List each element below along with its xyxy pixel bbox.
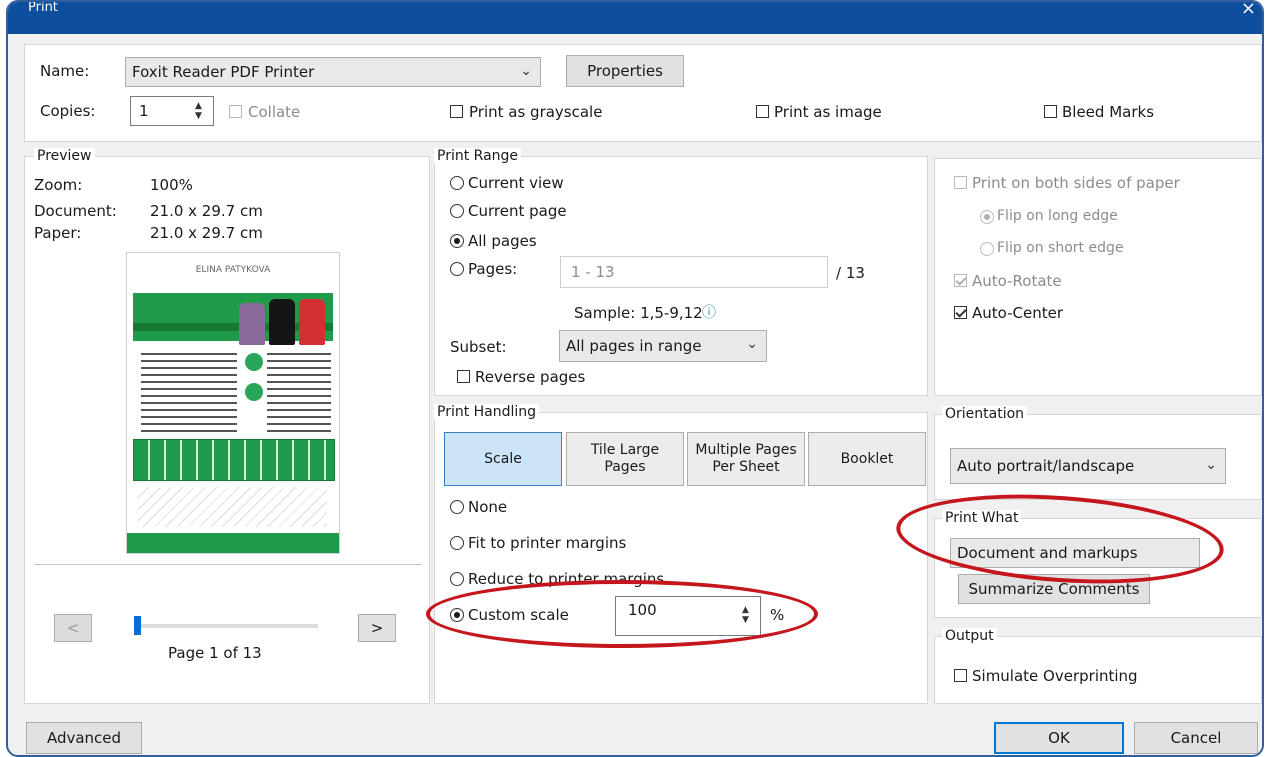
collate-label: Collate: [248, 103, 301, 121]
name-label: Name:: [40, 62, 90, 80]
copies-stepper[interactable]: 1 ▲ ▼: [130, 96, 214, 126]
printer-select[interactable]: Foxit Reader PDF Printer ⌄: [125, 57, 541, 87]
print-as-image-label: Print as image: [774, 103, 882, 121]
orientation-select[interactable]: Auto portrait/landscape ⌄: [950, 448, 1226, 484]
all-pages-label: All pages: [468, 232, 537, 250]
thumbnail-figure-dress: [239, 303, 265, 345]
close-icon[interactable]: ×: [1241, 2, 1256, 19]
tab-scale[interactable]: Scale: [444, 432, 562, 486]
zoom-label: Zoom:: [34, 176, 83, 194]
paper-label: Paper:: [34, 224, 82, 242]
subset-select-value: All pages in range: [566, 337, 702, 355]
page-indicator: Page 1 of 13: [168, 644, 262, 662]
all-pages-radio[interactable]: [450, 234, 464, 248]
cancel-button[interactable]: Cancel: [1134, 722, 1258, 754]
previous-page-button[interactable]: <: [54, 614, 92, 642]
pages-sample-hint: Sample: 1,5-9,12: [574, 304, 703, 322]
print-as-image-checkbox[interactable]: [756, 105, 769, 118]
current-page-radio[interactable]: [450, 204, 464, 218]
annotation-oval-custom-scale: [426, 580, 818, 648]
flip-long-edge-label: Flip on long edge: [997, 208, 1118, 224]
reverse-pages-label: Reverse pages: [475, 368, 586, 386]
page-slider-thumb[interactable]: [134, 616, 141, 635]
orientation-select-value: Auto portrait/landscape: [957, 457, 1135, 475]
thumbnail-pattern-sketch: [137, 487, 327, 527]
thumbnail-figure-dress: [299, 299, 325, 345]
grayscale-checkbox[interactable]: [450, 105, 463, 118]
pages-range-value: 1 - 13: [571, 263, 615, 281]
simulate-overprinting-checkbox[interactable]: [954, 669, 967, 682]
copies-label: Copies:: [40, 102, 96, 120]
thumbnail-size-table: [133, 439, 335, 481]
preview-legend: Preview: [34, 148, 95, 164]
both-sides-checkbox[interactable]: [954, 176, 967, 189]
subset-select[interactable]: All pages in range ⌄: [559, 330, 767, 362]
printer-select-value: Foxit Reader PDF Printer: [132, 63, 315, 81]
page-preview-thumbnail: ELINA PATYKOVA: [126, 252, 340, 554]
thumbnail-brand: ELINA PATYKOVA: [195, 265, 271, 275]
reduce-to-margins-radio[interactable]: [450, 572, 464, 586]
reverse-pages-checkbox[interactable]: [457, 370, 470, 383]
tab-booklet[interactable]: Booklet: [808, 432, 926, 486]
simulate-overprinting-label: Simulate Overprinting: [972, 667, 1138, 685]
copies-value: 1: [139, 102, 149, 120]
auto-center-checkbox[interactable]: [954, 306, 967, 319]
output-legend: Output: [942, 628, 997, 644]
info-icon: ⓘ: [702, 305, 716, 321]
current-page-label: Current page: [468, 202, 567, 220]
fit-to-margins-radio[interactable]: [450, 536, 464, 550]
tab-tile-large-pages[interactable]: Tile Large Pages: [566, 432, 684, 486]
chevron-down-icon: ⌄: [1205, 457, 1217, 473]
ok-button[interactable]: OK: [994, 722, 1124, 754]
thumbnail-text-lines: [141, 353, 237, 433]
preview-divider: [34, 564, 422, 565]
current-view-radio[interactable]: [450, 176, 464, 190]
flip-long-edge-radio[interactable]: [980, 210, 994, 224]
chevron-down-icon: ⌄: [520, 63, 532, 79]
print-dialog: Print × Name: Foxit Reader PDF Printer ⌄…: [6, 0, 1264, 757]
pages-label: Pages:: [468, 260, 518, 278]
thumbnail-circle: [245, 383, 263, 401]
document-value: 21.0 x 29.7 cm: [150, 202, 263, 220]
print-range-legend: Print Range: [434, 148, 522, 164]
scale-none-label: None: [468, 498, 508, 516]
auto-rotate-checkbox[interactable]: [954, 274, 967, 287]
grayscale-label: Print as grayscale: [469, 103, 603, 121]
tab-multiple-pages-per-sheet[interactable]: Multiple Pages Per Sheet: [687, 432, 805, 486]
flip-short-edge-label: Flip on short edge: [997, 240, 1124, 256]
thumbnail-circle: [245, 353, 263, 371]
scale-none-radio[interactable]: [450, 500, 464, 514]
stepper-arrows-icon[interactable]: ▲ ▼: [195, 101, 202, 121]
paper-value: 21.0 x 29.7 cm: [150, 224, 263, 242]
fit-to-margins-label: Fit to printer margins: [468, 534, 627, 552]
pages-range-input[interactable]: 1 - 13: [560, 256, 828, 288]
bleed-marks-checkbox[interactable]: [1044, 105, 1057, 118]
thumbnail-footer: [127, 533, 339, 553]
print-handling-legend: Print Handling: [434, 404, 540, 420]
thumbnail-figure-dress: [269, 299, 295, 345]
pages-radio[interactable]: [450, 262, 464, 276]
page-slider-track[interactable]: [134, 624, 318, 628]
both-sides-label: Print on both sides of paper: [972, 174, 1180, 192]
window-title: Print: [28, 0, 58, 15]
properties-button[interactable]: Properties: [566, 55, 684, 87]
zoom-value: 100%: [150, 176, 193, 194]
auto-rotate-label: Auto-Rotate: [972, 272, 1062, 290]
next-page-button[interactable]: >: [358, 614, 396, 642]
document-label: Document:: [34, 202, 117, 220]
subset-label: Subset:: [450, 338, 507, 356]
flip-short-edge-radio[interactable]: [980, 242, 994, 256]
pages-total: / 13: [836, 264, 865, 282]
chevron-down-icon: ⌄: [746, 336, 758, 352]
bleed-marks-label: Bleed Marks: [1062, 103, 1155, 121]
thumbnail-text-lines: [267, 353, 331, 433]
current-view-label: Current view: [468, 174, 564, 192]
advanced-button[interactable]: Advanced: [26, 722, 142, 754]
auto-center-label: Auto-Center: [972, 304, 1064, 322]
orientation-legend: Orientation: [942, 406, 1028, 422]
title-bar: Print ×: [8, 2, 1262, 34]
collate-checkbox[interactable]: [229, 105, 242, 118]
